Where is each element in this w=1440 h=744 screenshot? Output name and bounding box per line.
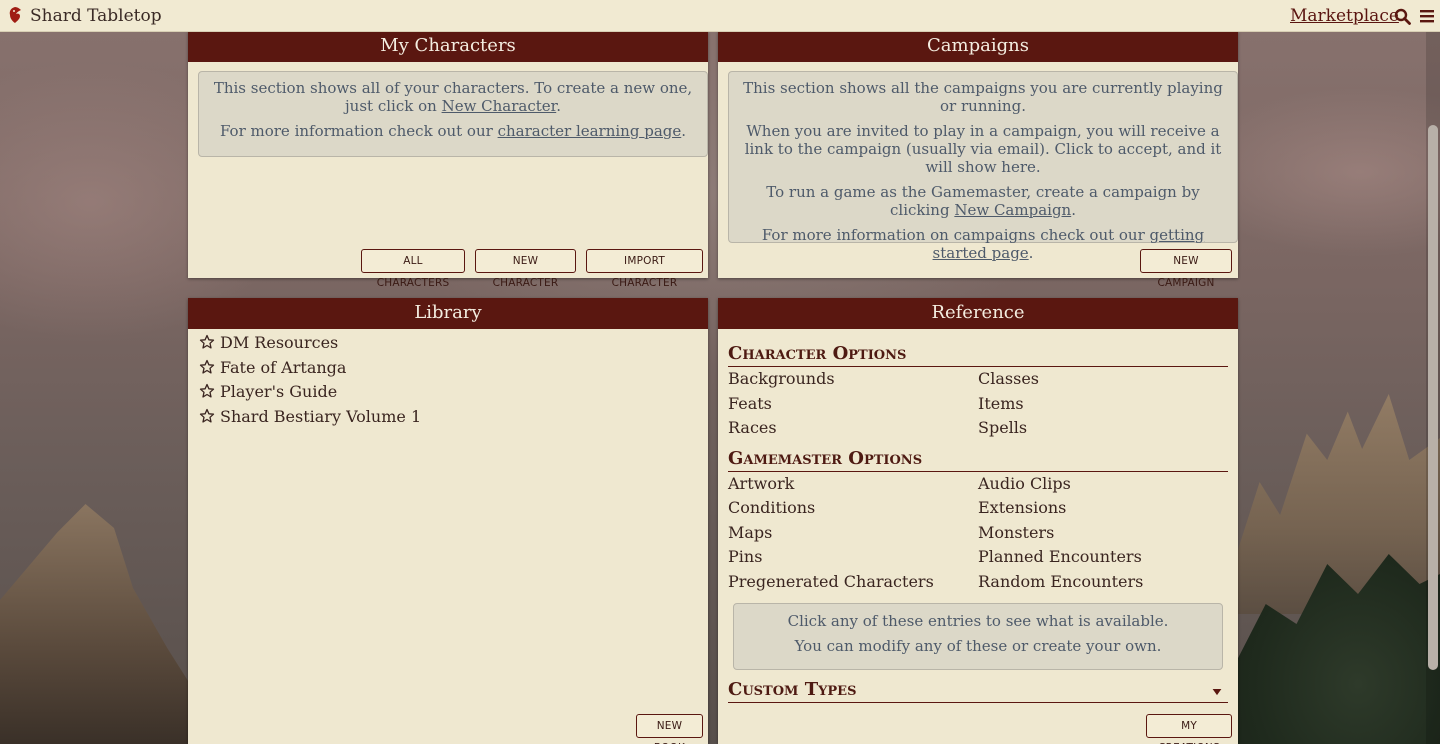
- star-icon[interactable]: [199, 383, 215, 399]
- ref-maps[interactable]: Maps: [728, 523, 772, 542]
- ref-backgrounds[interactable]: Backgrounds: [728, 369, 835, 388]
- library-item[interactable]: Fate of Artanga: [199, 357, 346, 377]
- library-item[interactable]: Player's Guide: [199, 381, 337, 401]
- library-item-label: Fate of Artanga: [220, 357, 347, 377]
- marketplace-link[interactable]: Marketplace: [1290, 6, 1399, 26]
- logo-dragon-icon[interactable]: [7, 6, 23, 24]
- library-panel: Library DM Resources Fate of Artanga Pla…: [188, 298, 708, 744]
- star-icon[interactable]: [199, 359, 215, 375]
- new-book-button[interactable]: NEW BOOK: [636, 714, 703, 744]
- reference-info-box: Click any of these entries to see what i…: [733, 603, 1223, 670]
- ref-races[interactable]: Races: [728, 418, 777, 437]
- reference-panel-title: Reference: [718, 298, 1238, 329]
- import-character-button[interactable]: IMPORT CHARACTER: [586, 249, 703, 289]
- character-options-heading: Character Options: [728, 343, 1228, 367]
- new-campaign-link[interactable]: New Campaign: [954, 201, 1071, 219]
- ref-extensions[interactable]: Extensions: [978, 498, 1066, 517]
- ref-items[interactable]: Items: [978, 394, 1024, 413]
- menu-icon[interactable]: [1419, 8, 1435, 24]
- characters-panel: My Characters This section shows all of …: [188, 31, 708, 289]
- campaigns-panel: Campaigns This section shows all the cam…: [718, 31, 1238, 289]
- ref-monsters[interactable]: Monsters: [978, 523, 1054, 542]
- library-item-label: Player's Guide: [220, 381, 338, 401]
- library-item[interactable]: Shard Bestiary Volume 1: [199, 406, 421, 426]
- ref-pregenerated-characters[interactable]: Pregenerated Characters: [728, 572, 934, 591]
- scrollbar-thumb[interactable]: [1428, 125, 1438, 670]
- library-panel-title: Library: [188, 298, 708, 329]
- reference-panel: Reference Character Options Backgrounds …: [718, 298, 1238, 744]
- campaigns-info-p2: When you are invited to play in a campai…: [744, 122, 1222, 176]
- ref-classes[interactable]: Classes: [978, 369, 1039, 388]
- ref-feats[interactable]: Feats: [728, 394, 772, 413]
- campaigns-info-p3: To run a game as the Gamemaster, create …: [766, 183, 1200, 219]
- star-icon[interactable]: [199, 334, 215, 350]
- character-learning-link[interactable]: character learning page: [498, 122, 682, 140]
- characters-info-text: This section shows all of your character…: [213, 79, 693, 115]
- characters-panel-title: My Characters: [188, 31, 708, 62]
- ref-pins[interactable]: Pins: [728, 547, 762, 566]
- new-campaign-button[interactable]: NEW CAMPAIGN: [1140, 249, 1232, 289]
- my-creations-button[interactable]: MY CREATIONS: [1146, 714, 1232, 744]
- ref-random-encounters[interactable]: Random Encounters: [978, 572, 1143, 591]
- characters-info-more: For more information check out our chara…: [219, 122, 687, 140]
- reference-info-line1: Click any of these entries to see what i…: [787, 612, 1169, 630]
- ref-conditions[interactable]: Conditions: [728, 498, 815, 517]
- characters-info-box: This section shows all of your character…: [198, 71, 708, 157]
- library-item-label: Shard Bestiary Volume 1: [220, 406, 422, 426]
- star-icon[interactable]: [199, 408, 215, 424]
- gamemaster-options-heading: Gamemaster Options: [728, 448, 1228, 472]
- custom-types-heading[interactable]: Custom Types: [728, 679, 1228, 703]
- library-item[interactable]: DM Resources: [199, 332, 338, 352]
- app-title[interactable]: Shard Tabletop: [30, 6, 162, 26]
- ref-planned-encounters[interactable]: Planned Encounters: [978, 547, 1142, 566]
- campaigns-info-box: This section shows all the campaigns you…: [728, 71, 1238, 262]
- all-characters-button[interactable]: ALL CHARACTERS: [361, 249, 465, 289]
- chevron-down-icon[interactable]: [1212, 689, 1222, 696]
- ref-audio-clips[interactable]: Audio Clips: [978, 474, 1071, 493]
- new-character-link[interactable]: New Character: [442, 97, 557, 115]
- campaigns-info-p1: This section shows all the campaigns you…: [743, 79, 1223, 115]
- ref-spells[interactable]: Spells: [978, 418, 1027, 437]
- campaigns-panel-title: Campaigns: [718, 31, 1238, 62]
- top-bar: Shard Tabletop Marketplace: [0, 0, 1440, 32]
- ref-artwork[interactable]: Artwork: [728, 474, 794, 493]
- new-character-button[interactable]: NEW CHARACTER: [475, 249, 576, 289]
- search-icon[interactable]: [1394, 8, 1411, 25]
- library-item-label: DM Resources: [220, 332, 339, 352]
- reference-info-line2: You can modify any of these or create yo…: [794, 637, 1162, 655]
